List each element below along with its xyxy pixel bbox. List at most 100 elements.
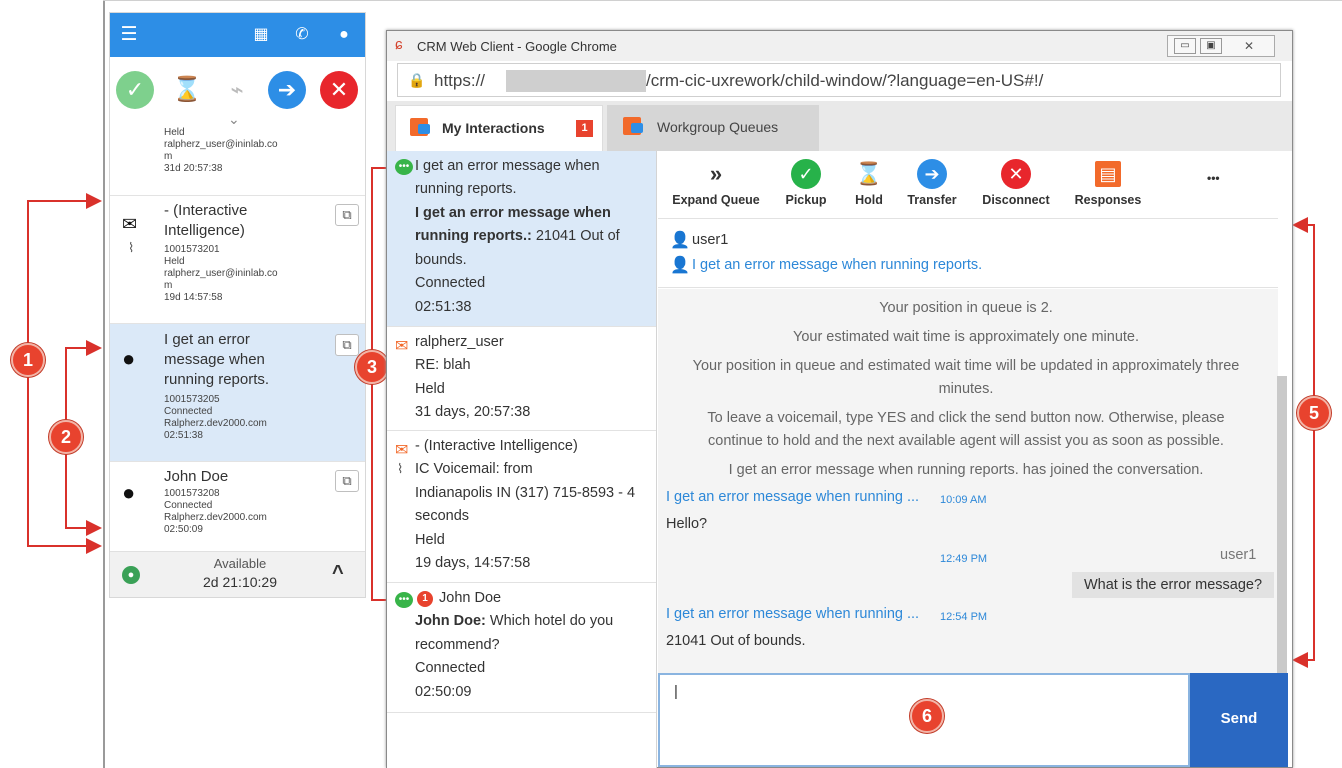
message-text: 21041 Out of bounds. [666,633,806,649]
tool-label: Responses [1074,193,1142,207]
interaction-toolbar: » Expand Queue ✓ Pickup ⌛ Hold ➔ Transfe… [658,151,1278,219]
double-chevron-icon: » [709,161,723,186]
input-caret: | [674,683,678,700]
tab-label: My Interactions [442,120,545,136]
interactions-icon-overlay [418,124,430,134]
interaction-title: - (Interactive Intelligence) [415,438,578,454]
url-prefix: https:// [434,71,486,90]
message-time: 12:54 PM [940,611,988,623]
callout-badge-2: 2 [49,420,83,454]
interaction-preview: recommend? [415,637,500,653]
agent-name: user1 [692,232,729,248]
system-message: I get an error message when running repo… [728,462,1204,478]
callout-badge-5: 5 [1297,396,1331,430]
tab-label: Workgroup Queues [657,119,779,135]
interaction-time: 31 days, 20:57:38 [415,404,531,420]
interaction-row-selected[interactable]: ••• I get an error message when running … [387,151,656,327]
system-message: Your position in queue and estimated wai… [692,358,1240,374]
callout-badge-6: 6 [910,699,944,733]
chat-transcript[interactable]: Your position in queue is 2. Your estima… [658,289,1278,673]
interaction-row[interactable]: ✉ - (Interactive Intelligence) ⌇ IC Voic… [387,431,656,583]
interaction-row[interactable]: ✉ ralpherz_user RE: blah Held 31 days, 2… [387,327,656,431]
interaction-time: 19 days, 14:57:58 [415,555,531,571]
tool-label: Disconnect [982,193,1050,207]
interaction-list: ••• I get an error message when running … [387,151,657,768]
email-icon: ✉ [395,442,409,459]
check-icon: ✓ [791,159,821,189]
conversation-header: 👤 user1 👤 I get an error message when ru… [658,220,1278,288]
message-sender: user1 [1220,547,1257,563]
interaction-status: Held [415,381,445,397]
window-controls: ▭ ▣ ✕ [1167,35,1275,57]
interaction-subject: RE: blah [415,357,471,373]
interaction-subject: seconds [415,508,470,524]
interaction-title: ralpherz_user [415,334,504,350]
minimize-icon[interactable]: ▭ [1174,38,1196,54]
conversation-subject[interactable]: I get an error message when running repo… [692,257,982,273]
message-sender[interactable]: I get an error message when running ... [666,606,919,622]
tab-my-interactions[interactable]: My Interactions 1 [395,105,603,151]
interaction-subject: Indianapolis IN (317) 715-8593 - 4 [415,485,636,501]
interaction-preview: John Doe: Which hotel do you [415,610,613,634]
system-message: minutes. [938,381,994,397]
interaction-preview: bounds. [415,252,467,268]
interaction-title: running reports. [415,181,517,197]
message-input[interactable]: | 6 [658,673,1190,767]
email-icon: ✉ [395,338,409,355]
responses-tool-button[interactable]: ▤ Responses [1068,159,1148,207]
hold-tool-button[interactable]: ⌛ Hold [844,159,894,207]
tool-label: Pickup [785,193,827,207]
hourglass-icon: ⌛ [855,161,883,186]
system-message: Your position in queue is 2. [879,300,1053,316]
callout-badge-1: 1 [11,343,45,377]
interaction-time: 02:51:38 [415,299,472,315]
interaction-status: Held [415,532,445,548]
preview-text: 21041 Out of [531,228,620,244]
preview-bold: John Doe: [415,613,486,629]
system-message: To leave a voicemail, type YES and click… [707,410,1225,426]
interaction-row[interactable]: ••• 1 John Doe John Doe: Which hotel do … [387,583,656,713]
window-titlebar: ɕ CRM Web Client - Google Chrome ▭ ▣ ✕ [387,31,1292,61]
close-icon[interactable]: ✕ [1234,38,1264,54]
preview-bold: running reports.: [415,228,532,244]
message-time: 12:49 PM [940,553,988,565]
maximize-icon[interactable]: ▣ [1200,38,1222,54]
address-bar[interactable]: 🔒 https:// /crm-cic-uxrework/child-windo… [397,63,1281,97]
pickup-tool-button[interactable]: ✓ Pickup [776,159,836,207]
disconnect-tool-button[interactable]: ✕ Disconnect [976,159,1056,207]
interaction-title: I get an error message when [415,158,600,174]
message-sender[interactable]: I get an error message when running ... [666,489,919,505]
chat-scrollbar[interactable] [1277,376,1287,676]
tool-label: Expand Queue [672,193,760,207]
callout-badge-3: 3 [355,350,389,384]
close-circle-icon: ✕ [1001,159,1031,189]
browser-window: ɕ CRM Web Client - Google Chrome ▭ ▣ ✕ 🔒… [386,30,1293,768]
screenshot-canvas: ☰ ▦ ✆ ● ✓ ⌛ ⌁ ➔ ✕ ⌄ Held ralpherz_user@i… [0,0,1342,768]
interaction-title: John Doe [439,590,502,606]
transfer-tool-button[interactable]: ➔ Transfer [902,159,962,207]
window-title: CRM Web Client - Google Chrome [417,39,617,54]
interaction-time: 02:50:09 [415,684,472,700]
user-icon: 👤 [670,232,690,249]
expand-queue-button[interactable]: » Expand Queue [668,159,764,207]
interaction-preview-bold: I get an error message when [415,205,611,221]
responses-icon: ▤ [1095,161,1121,187]
tab-workgroup-queues[interactable]: Workgroup Queues [607,105,819,151]
tool-label: Transfer [907,193,957,207]
system-message: Your estimated wait time is approximatel… [792,329,1140,345]
queues-icon-overlay [631,123,643,133]
app-logo-icon: ɕ [395,36,403,53]
paperclip-icon: ⌇ [397,461,404,476]
interaction-subject: IC Voicemail: from [415,461,533,477]
message-bubble-outgoing: What is the error message? [1072,572,1274,598]
interaction-status: Connected [415,660,486,676]
interaction-status: Connected [415,275,486,291]
customer-icon: 👤 [670,257,690,274]
chat-icon: ••• [395,159,413,175]
url-redacted [506,70,646,92]
url-suffix: /crm-cic-uxrework/child-window/?language… [646,71,1044,90]
unread-badge: 1 [417,591,433,607]
preview-text: Which hotel do you [485,613,614,629]
more-options-icon[interactable]: ••• [1207,171,1220,185]
send-button[interactable]: Send [1190,673,1288,767]
